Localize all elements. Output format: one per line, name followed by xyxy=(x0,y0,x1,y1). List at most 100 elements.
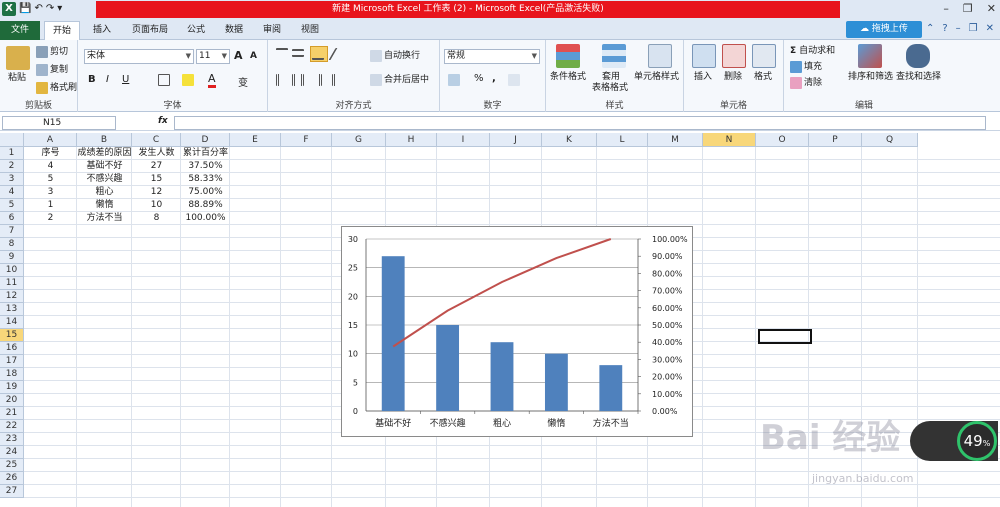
workbook-restore-icon[interactable]: ❐ xyxy=(969,23,978,34)
merge-center-button[interactable]: 合并后居中 xyxy=(370,72,429,86)
table-cell[interactable]: 5 xyxy=(24,173,77,186)
row-header-15[interactable]: 15 xyxy=(0,329,24,342)
table-header-cell[interactable]: 成绩差的原因 xyxy=(77,147,132,160)
table-cell[interactable]: 88.89% xyxy=(181,199,230,212)
restore-icon[interactable]: ❐ xyxy=(963,2,973,15)
row-header-16[interactable]: 16 xyxy=(0,342,24,355)
row-header-19[interactable]: 19 xyxy=(0,381,24,394)
column-header-l[interactable]: L xyxy=(597,133,648,147)
row-header-21[interactable]: 21 xyxy=(0,407,24,420)
table-cell[interactable]: 基础不好 xyxy=(77,160,132,173)
row-header-13[interactable]: 13 xyxy=(0,303,24,316)
shrink-font-button[interactable]: A xyxy=(250,51,257,61)
binoculars-icon[interactable] xyxy=(906,44,930,68)
table-cell[interactable]: 27 xyxy=(132,160,181,173)
cell-styles-icon[interactable] xyxy=(648,44,672,68)
row-header-24[interactable]: 24 xyxy=(0,446,24,459)
column-header-h[interactable]: H xyxy=(386,133,437,147)
insert-function-button[interactable]: fx xyxy=(158,116,168,126)
borders-button[interactable] xyxy=(158,74,172,86)
row-header-9[interactable]: 9 xyxy=(0,251,24,264)
align-center-button[interactable] xyxy=(292,74,306,86)
fill-button[interactable]: 填充 xyxy=(790,59,822,73)
align-right-button[interactable] xyxy=(310,74,324,86)
tab-review[interactable]: 审阅 xyxy=(254,21,290,40)
tab-insert[interactable]: 插入 xyxy=(82,21,122,40)
column-header-d[interactable]: D xyxy=(181,133,230,147)
grow-font-button[interactable]: A xyxy=(234,49,243,62)
paste-icon[interactable] xyxy=(6,46,30,70)
column-header-o[interactable]: O xyxy=(756,133,809,147)
column-header-j[interactable]: J xyxy=(490,133,542,147)
redo-icon[interactable]: ↷ xyxy=(46,2,54,16)
table-format-icon[interactable] xyxy=(602,44,626,68)
tab-file[interactable]: 文件 xyxy=(0,21,40,40)
row-header-14[interactable]: 14 xyxy=(0,316,24,329)
row-header-17[interactable]: 17 xyxy=(0,355,24,368)
column-header-g[interactable]: G xyxy=(332,133,386,147)
table-cell[interactable]: 方法不当 xyxy=(77,212,132,225)
row-header-3[interactable]: 3 xyxy=(0,173,24,186)
collapse-ribbon-icon[interactable]: ⌃ xyxy=(926,23,934,34)
underline-button[interactable]: U xyxy=(122,74,129,85)
table-cell[interactable]: 4 xyxy=(24,160,77,173)
column-header-i[interactable]: I xyxy=(437,133,490,147)
copy-button[interactable]: 复制 xyxy=(36,62,68,76)
font-size-select[interactable]: 11 ▼ xyxy=(196,49,230,64)
table-cell[interactable]: 8 xyxy=(132,212,181,225)
formula-input[interactable] xyxy=(174,116,986,130)
column-header-c[interactable]: C xyxy=(132,133,181,147)
row-header-6[interactable]: 6 xyxy=(0,212,24,225)
sort-filter-icon[interactable] xyxy=(858,44,882,68)
autosum-button[interactable]: Σ 自动求和 xyxy=(790,43,835,56)
currency-button[interactable] xyxy=(448,74,462,86)
speed-percent-badge[interactable]: 49% xyxy=(957,421,997,461)
table-cell[interactable]: 不感兴趣 xyxy=(77,173,132,186)
column-header-a[interactable]: A xyxy=(24,133,77,147)
upload-button[interactable]: ☁ 拖拽上传 xyxy=(846,21,922,38)
table-format-button-line2[interactable]: 表格格式 xyxy=(592,80,628,93)
align-top-button[interactable] xyxy=(276,48,290,60)
decimal-button[interactable] xyxy=(508,74,522,86)
table-header-cell[interactable]: 发生人数 xyxy=(132,147,181,160)
tab-formulas[interactable]: 公式 xyxy=(178,21,214,40)
row-header-8[interactable]: 8 xyxy=(0,238,24,251)
orientation-button[interactable] xyxy=(328,48,348,60)
row-header-12[interactable]: 12 xyxy=(0,290,24,303)
insert-cells-icon[interactable] xyxy=(692,44,716,68)
active-cell-n15[interactable] xyxy=(758,329,812,344)
row-header-11[interactable]: 11 xyxy=(0,277,24,290)
column-header-e[interactable]: E xyxy=(230,133,281,147)
row-header-27[interactable]: 27 xyxy=(0,485,24,498)
insert-cells-button[interactable]: 插入 xyxy=(694,69,712,82)
delete-cells-button[interactable]: 删除 xyxy=(724,69,742,82)
name-box[interactable]: N15 xyxy=(2,116,116,130)
table-cell[interactable]: 75.00% xyxy=(181,186,230,199)
workbook-minimize-icon[interactable]: – xyxy=(956,23,961,34)
table-cell[interactable]: 1 xyxy=(24,199,77,212)
find-select-button[interactable]: 查找和选择 xyxy=(896,69,941,82)
cell-styles-button[interactable]: 单元格样式 xyxy=(634,69,679,82)
font-name-select[interactable]: 宋体 ▼ xyxy=(84,49,194,64)
table-cell[interactable]: 15 xyxy=(132,173,181,186)
tab-home[interactable]: 开始 xyxy=(44,21,80,40)
conditional-format-icon[interactable] xyxy=(556,44,580,68)
italic-button[interactable]: I xyxy=(106,74,109,85)
clear-button[interactable]: 清除 xyxy=(790,75,822,89)
pareto-chart[interactable]: 0 5 10 15 20 25 30 0.00% 10.00% 20.00% 30.00% 40.00… xyxy=(341,226,693,437)
column-header-n[interactable]: N xyxy=(703,133,756,147)
indent-button[interactable] xyxy=(332,74,346,86)
row-header-22[interactable]: 22 xyxy=(0,420,24,433)
customize-qat-icon[interactable]: ▾ xyxy=(57,2,62,16)
sort-filter-button[interactable]: 排序和筛选 xyxy=(848,69,893,82)
fill-color-button[interactable] xyxy=(182,74,196,86)
table-cell[interactable]: 12 xyxy=(132,186,181,199)
close-icon[interactable]: ✕ xyxy=(987,2,996,15)
column-header-f[interactable]: F xyxy=(281,133,332,147)
table-cell[interactable]: 3 xyxy=(24,186,77,199)
row-header-18[interactable]: 18 xyxy=(0,368,24,381)
conditional-format-button[interactable]: 条件格式 xyxy=(550,69,586,82)
table-cell[interactable]: 37.50% xyxy=(181,160,230,173)
delete-cells-icon[interactable] xyxy=(722,44,746,68)
phonetic-button[interactable]: 变 xyxy=(238,74,248,89)
